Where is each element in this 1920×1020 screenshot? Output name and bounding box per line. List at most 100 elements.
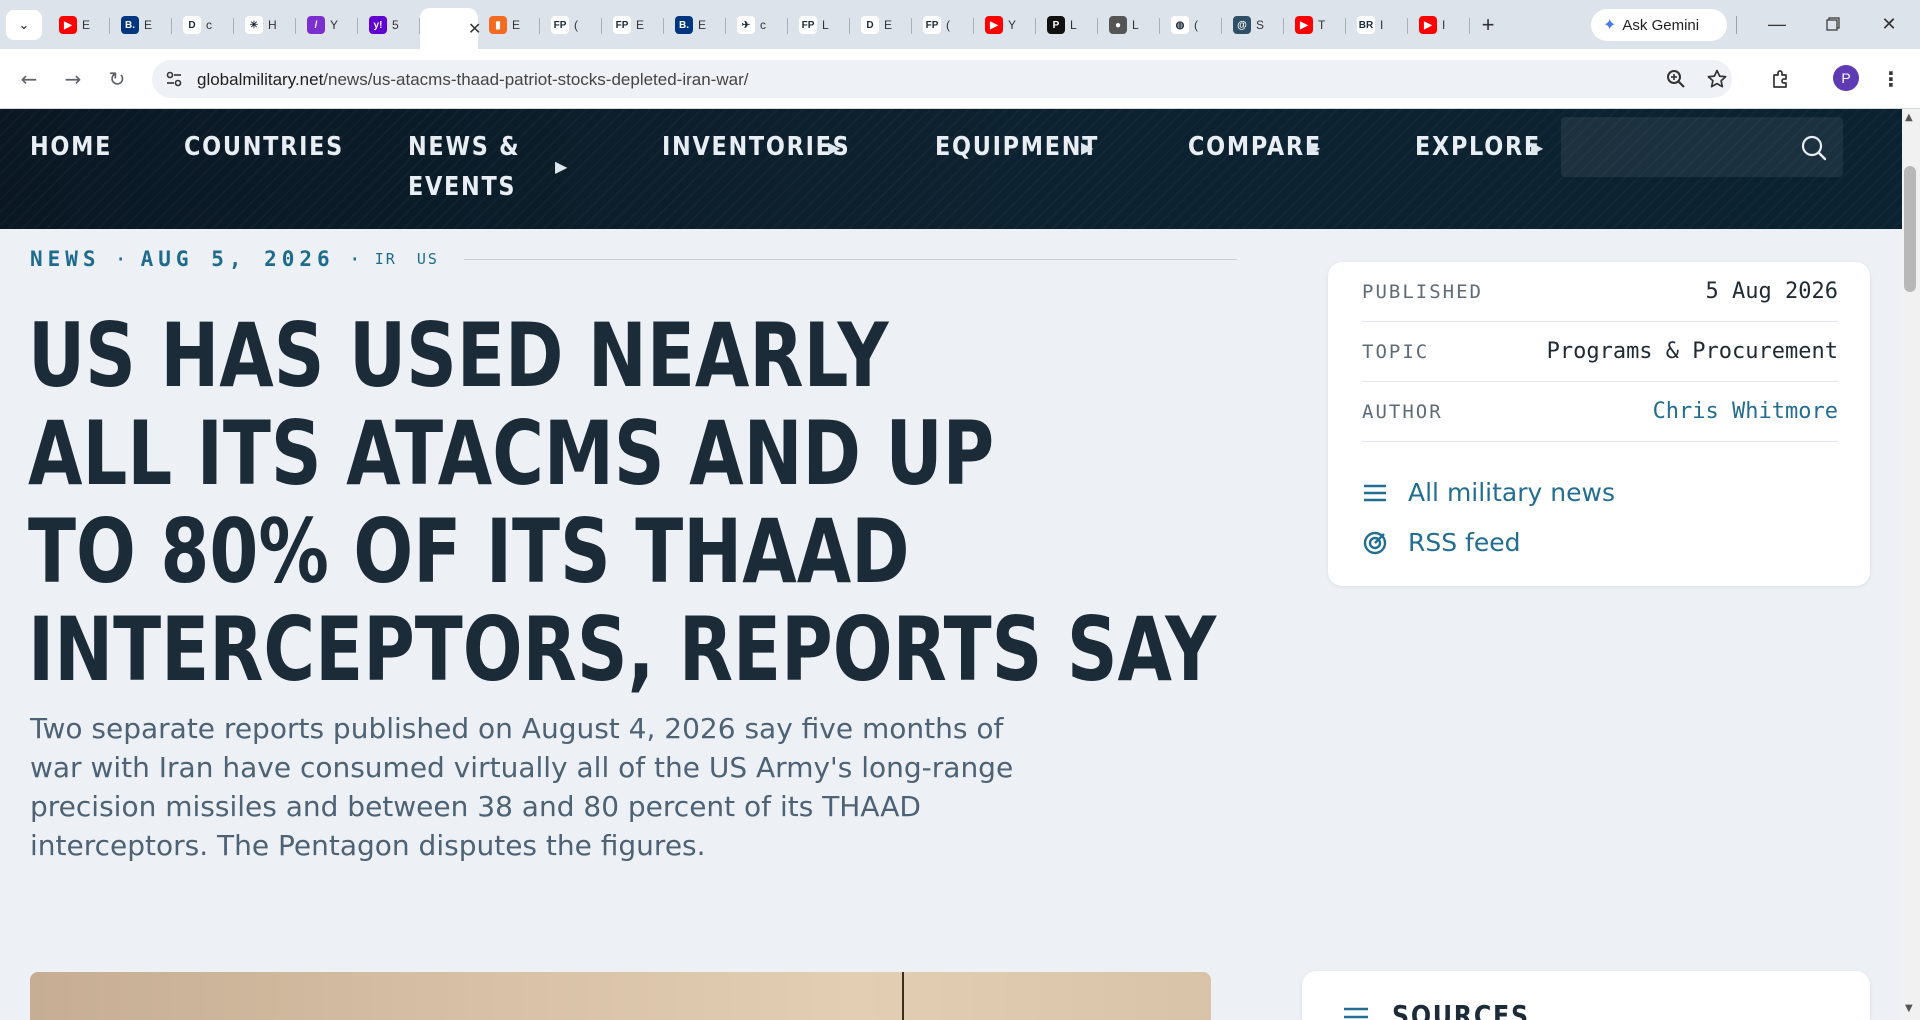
browser-tab[interactable]: ● L <box>1098 8 1160 42</box>
browser-tab[interactable]: ▶ E <box>48 8 110 42</box>
explore-arrow-icon[interactable]: ▶ <box>1531 138 1543 157</box>
browser-tab[interactable]: PL <box>1036 8 1098 42</box>
browser-toolbar: ← → ↻ globalmilitary.net/news/us-atacms-… <box>0 49 1920 109</box>
browser-tab[interactable]: B. E <box>664 8 726 42</box>
author-row: AUTHOR Chris Whitmore <box>1362 382 1838 442</box>
scroll-up-icon[interactable]: ▲ <box>1905 112 1913 123</box>
browser-tab[interactable]: Dc <box>172 8 234 42</box>
back-button[interactable]: ← <box>14 64 44 94</box>
minimize-button[interactable]: — <box>1754 8 1800 40</box>
browser-tab[interactable]: ▮ E <box>478 8 540 42</box>
browser-tab[interactable]: FP ( <box>540 8 602 42</box>
topic-label: TOPIC <box>1362 340 1430 363</box>
browser-tab[interactable]: U✕ <box>420 8 481 49</box>
tab-title: S <box>1256 18 1264 32</box>
browser-tab[interactable]: FP ( <box>912 8 974 42</box>
tab-title: E <box>82 18 90 32</box>
author-link[interactable]: Chris Whitmore <box>1653 399 1838 424</box>
browser-tab[interactable]: ▶ Y <box>974 8 1036 42</box>
browser-tab[interactable]: ✈ c <box>726 8 788 42</box>
address-bar[interactable]: globalmilitary.net/news/us-atacms-thaad-… <box>152 60 1732 98</box>
nav-explore[interactable]: EXPLORE <box>1415 127 1541 167</box>
site-info-icon[interactable] <box>164 69 184 89</box>
forward-button[interactable]: → <box>58 64 88 94</box>
nav-news-events[interactable]: NEWS & EVENTS <box>408 127 520 207</box>
url-host: globalmilitary.net <box>197 70 324 89</box>
tab-title: E <box>636 18 644 32</box>
published-label: PUBLISHED <box>1362 280 1483 303</box>
topic-value[interactable]: Programs & Procurement <box>1547 339 1838 364</box>
more-vert-icon: ⋮ <box>1881 67 1901 91</box>
browser-tab[interactable]: @ S <box>1222 8 1284 42</box>
extensions-button[interactable] <box>1766 64 1796 94</box>
reload-button[interactable]: ↻ <box>102 64 132 94</box>
rss-icon <box>1363 531 1387 554</box>
back-arrow-icon: ← <box>20 67 38 91</box>
url-text[interactable]: globalmilitary.net/news/us-atacms-thaad-… <box>197 70 748 90</box>
tab-title: Y <box>1008 18 1016 32</box>
globe-icon: ● <box>1109 16 1127 34</box>
compare-arrow-icon[interactable]: ▶ <box>1308 138 1320 157</box>
reload-icon: ↻ <box>108 67 126 91</box>
browser-tab[interactable]: ▶ T <box>1284 8 1346 42</box>
search-icon[interactable] <box>1799 133 1829 163</box>
window-controls-divider <box>1736 16 1737 34</box>
equipment-arrow-icon[interactable]: ▶ <box>1081 138 1093 157</box>
puzzle-icon <box>1773 70 1787 88</box>
minimize-icon: — <box>1768 13 1786 34</box>
browser-tab[interactable]: DE <box>850 8 912 42</box>
browser-tab[interactable]: ✳ H <box>234 8 296 42</box>
browser-tab[interactable]: FP L <box>788 8 850 42</box>
nav-countries[interactable]: COUNTRIES <box>184 127 344 167</box>
avatar-letter: P <box>1841 70 1851 86</box>
nav-inventories[interactable]: INVENTORIES <box>662 127 850 167</box>
tab-title: c <box>206 18 212 32</box>
jet-icon: ✈ <box>737 16 755 34</box>
browser-tab[interactable]: B. E <box>110 8 172 42</box>
nav-equipment[interactable]: EQUIPMENT <box>935 127 1099 167</box>
headline-line: TO 80% OF ITS THAAD <box>28 500 910 603</box>
new-tab-button[interactable]: + <box>1470 8 1506 42</box>
site-search-input[interactable] <box>1561 117 1843 177</box>
browser-tab[interactable]: / Y <box>296 8 358 42</box>
section-label[interactable]: NEWS <box>30 247 101 271</box>
d-logo-icon: D <box>861 16 879 34</box>
br-icon: BR <box>1357 16 1375 34</box>
browser-tab[interactable]: FP E <box>602 8 664 42</box>
restore-button[interactable] <box>1810 8 1856 40</box>
country-tag-ir[interactable]: IR <box>375 250 397 268</box>
browser-tab[interactable]: ▶ I <box>1408 8 1470 42</box>
nav-compare[interactable]: COMPARE <box>1188 127 1322 167</box>
browser-menu-button[interactable]: ⋮ <box>1876 64 1906 94</box>
snowflake-icon: ✳ <box>245 16 263 34</box>
browser-tab[interactable]: ◍( <box>1160 8 1222 42</box>
browser-tab[interactable]: y! 5 <box>358 8 420 42</box>
rss-feed-link[interactable]: RSS feed <box>1362 528 1521 557</box>
zoom-icon[interactable] <box>1665 68 1687 90</box>
d-logo-icon: D <box>183 16 201 34</box>
country-tag-us[interactable]: US <box>417 250 439 268</box>
headline-line: ALL ITS ATACMS AND UP <box>28 402 995 505</box>
inventories-arrow-icon[interactable]: ▶ <box>828 138 840 157</box>
tab-title: L <box>1070 18 1077 32</box>
tab-title: L <box>1132 18 1139 32</box>
profile-avatar[interactable]: P <box>1833 65 1859 91</box>
tab-title: Y <box>330 18 338 32</box>
scroll-down-icon[interactable]: ▼ <box>1905 1003 1913 1014</box>
bookmark-star-icon[interactable] <box>1706 68 1728 90</box>
sources-card: SOURCES <box>1302 971 1870 1020</box>
hero-image-detail <box>902 972 904 1020</box>
fp-icon: FP <box>799 16 817 34</box>
tab-search-button[interactable]: ⌄ <box>6 10 42 40</box>
tab-title: ( <box>1194 18 1198 32</box>
browser-tab[interactable]: BR I <box>1346 8 1408 42</box>
close-window-button[interactable]: ✕ <box>1866 8 1912 40</box>
scrollbar-thumb[interactable] <box>1904 166 1916 292</box>
nav-home[interactable]: HOME <box>30 127 112 167</box>
article-info-card: PUBLISHED 5 Aug 2026 TOPIC Programs & Pr… <box>1328 262 1870 586</box>
article-dek: Two separate reports published on August… <box>30 712 1014 862</box>
news-events-arrow-icon[interactable]: ▶ <box>555 157 567 176</box>
ask-gemini-button[interactable]: ✦ Ask Gemini <box>1591 9 1727 41</box>
fp-icon: FP <box>923 16 941 34</box>
all-news-link[interactable]: All military news <box>1362 478 1615 507</box>
